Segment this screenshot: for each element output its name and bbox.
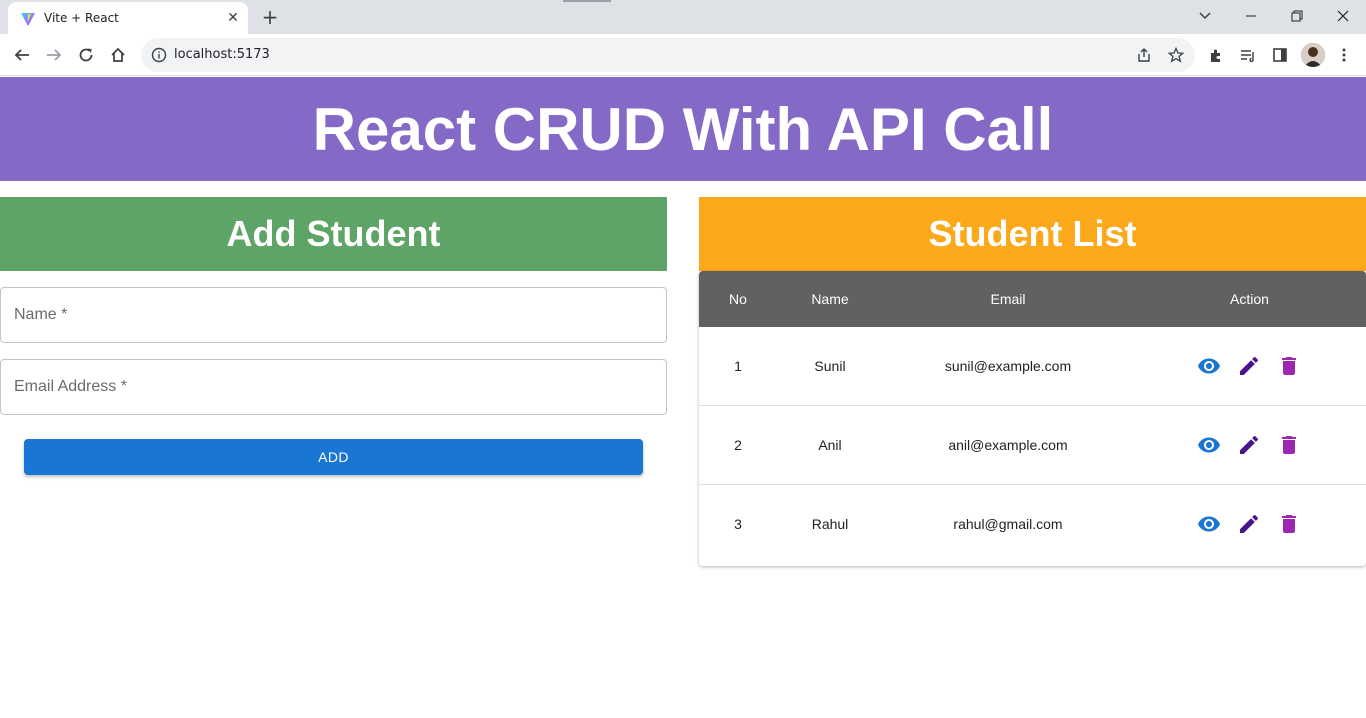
profile-avatar[interactable] (1301, 43, 1325, 67)
student-list-title: Student List (928, 213, 1137, 254)
cell-no: 2 (734, 437, 742, 453)
cell-name: Rahul (811, 516, 849, 532)
cell-email: sunil@example.com (944, 358, 1072, 374)
page-content: React CRUD With API Call Add Student ADD… (0, 77, 1366, 718)
column-header-action: Action (1230, 291, 1269, 307)
table-row: 3 Rahul rahul@gmail.com (699, 485, 1366, 564)
vite-logo-icon (21, 13, 35, 26)
student-table: No Name Email Action 1 Sunil sunil@examp… (699, 271, 1366, 566)
page-title: React CRUD With API Call (312, 95, 1054, 163)
tabstrip-indicator (563, 0, 611, 2)
cell-email: rahul@gmail.com (953, 516, 1063, 532)
name-field[interactable] (0, 287, 667, 343)
address-bar[interactable]: localhost:5173 (141, 38, 1195, 72)
cell-name: Sunil (814, 358, 846, 374)
reading-list-icon[interactable] (1236, 43, 1260, 67)
browser-toolbar: localhost:5173 (0, 34, 1366, 76)
share-icon[interactable] (1132, 43, 1156, 67)
view-eye-icon[interactable] (1196, 353, 1222, 379)
side-panel-icon[interactable] (1268, 43, 1292, 67)
email-input[interactable] (14, 360, 654, 414)
table-row: 2 Anil anil@example.com (699, 406, 1366, 485)
reload-icon[interactable] (74, 43, 98, 67)
column-header-no: No (729, 291, 747, 307)
cell-no: 1 (734, 358, 742, 374)
add-student-title: Add Student (226, 213, 441, 254)
edit-pencil-icon[interactable] (1236, 511, 1262, 537)
tab-title: Vite + React (44, 11, 119, 25)
minimize-icon[interactable] (1228, 0, 1274, 32)
site-info-icon[interactable] (151, 47, 167, 63)
forward-arrow-icon[interactable] (42, 43, 66, 67)
home-icon[interactable] (106, 43, 130, 67)
view-eye-icon[interactable] (1196, 511, 1222, 537)
column-header-name: Name (811, 291, 849, 307)
kebab-menu-icon[interactable] (1332, 43, 1356, 67)
edit-pencil-icon[interactable] (1236, 432, 1262, 458)
bookmark-star-icon[interactable] (1164, 43, 1188, 67)
tab-close-icon[interactable]: ✕ (224, 9, 242, 27)
close-window-icon[interactable] (1320, 0, 1366, 32)
table-header-row: No Name Email Action (699, 271, 1366, 327)
cell-no: 3 (734, 516, 742, 532)
view-eye-icon[interactable] (1196, 432, 1222, 458)
cell-email: anil@example.com (948, 437, 1068, 453)
delete-trash-icon[interactable] (1276, 511, 1302, 537)
restore-icon[interactable] (1274, 0, 1320, 32)
browser-tabstrip: Vite + React ✕ + (0, 0, 1366, 34)
edit-pencil-icon[interactable] (1236, 353, 1262, 379)
cell-name: Anil (818, 437, 842, 453)
browser-tab[interactable]: Vite + React ✕ (8, 2, 248, 34)
add-button[interactable]: ADD (24, 439, 643, 475)
email-field[interactable] (0, 359, 667, 415)
delete-trash-icon[interactable] (1276, 353, 1302, 379)
tab-search-icon[interactable] (1182, 0, 1228, 32)
extensions-icon[interactable] (1204, 43, 1228, 67)
name-input[interactable] (14, 288, 654, 342)
back-arrow-icon[interactable] (10, 43, 34, 67)
table-row: 1 Sunil sunil@example.com (699, 327, 1366, 406)
delete-trash-icon[interactable] (1276, 432, 1302, 458)
url-text[interactable]: localhost:5173 (174, 47, 270, 62)
add-student-header: Add Student (0, 197, 667, 271)
column-header-email: Email (990, 291, 1026, 307)
student-list-header: Student List (699, 197, 1366, 271)
new-tab-button[interactable]: + (258, 6, 282, 28)
app-header: React CRUD With API Call (0, 77, 1366, 181)
